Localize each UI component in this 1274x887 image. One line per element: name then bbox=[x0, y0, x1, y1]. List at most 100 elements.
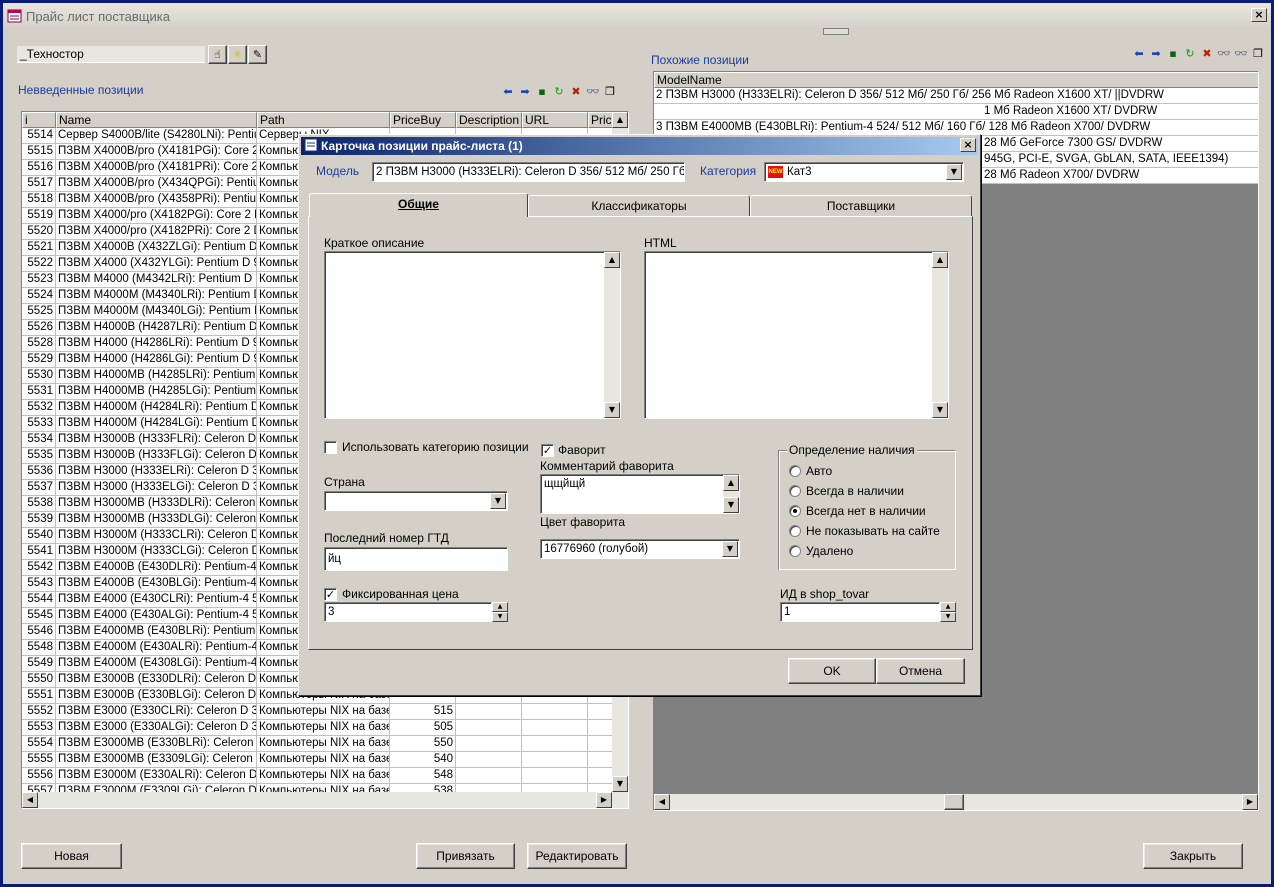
arrow-right-icon[interactable]: ➡ bbox=[1148, 45, 1164, 61]
scroll-up-icon[interactable]: ▲ bbox=[932, 252, 948, 268]
scroll-down-icon[interactable]: ▼ bbox=[612, 776, 628, 792]
table-row[interactable]: 5556 ПЗВМ E3000M (E330ALRi): Celeron D 3К… bbox=[22, 768, 614, 784]
model-field[interactable]: 2 ПЗВМ H3000 (H333ELRi): Celeron D 356/ … bbox=[372, 162, 685, 182]
window-titlebar[interactable]: Прайс лист поставщика × bbox=[3, 3, 1271, 29]
scroll-right-icon[interactable]: ▶ bbox=[596, 792, 612, 808]
column-header-6[interactable]: Pric bbox=[588, 112, 614, 128]
favorite-checkbox[interactable]: ✓ bbox=[541, 444, 554, 457]
column-header-5[interactable]: URL bbox=[522, 112, 588, 128]
window-close-button[interactable]: × bbox=[1251, 8, 1267, 22]
spin-up-icon[interactable]: ▲ bbox=[940, 602, 956, 612]
tab-suppliers[interactable]: Поставщики bbox=[750, 195, 972, 217]
table-cell: ПЗВМ M4000M (M4340LGi): Pentium D bbox=[56, 304, 257, 320]
table-row[interactable]: 5553 ПЗВМ E3000 (E330ALGi): Celeron D 346… bbox=[22, 720, 614, 736]
arrow-left-icon[interactable]: ⬅ bbox=[1131, 45, 1147, 61]
new-button[interactable]: Новая bbox=[21, 843, 122, 869]
availability-radio-2[interactable] bbox=[789, 505, 801, 517]
favorite-comment-textarea[interactable]: щщйщй ▲ ▼ bbox=[540, 474, 740, 514]
chevron-down-icon[interactable]: ▼ bbox=[946, 164, 962, 180]
textarea-scrollbar[interactable]: ▲ ▼ bbox=[932, 252, 948, 418]
refresh-icon[interactable]: ↻ bbox=[551, 83, 567, 99]
table-cell: 5514 bbox=[22, 128, 56, 144]
scroll-up-icon[interactable]: ▲ bbox=[612, 112, 628, 128]
shop-id-spinner[interactable]: ▲ ▼ bbox=[940, 602, 956, 622]
spin-up-icon[interactable]: ▲ bbox=[492, 602, 508, 612]
save-icon[interactable]: ▪ bbox=[1165, 45, 1181, 61]
scroll-down-icon[interactable]: ▼ bbox=[723, 497, 739, 513]
spin-down-icon[interactable]: ▼ bbox=[492, 612, 508, 622]
table-row[interactable]: 1 Мб Radeon X1600 XT/ DVDRW bbox=[654, 104, 1258, 120]
cancel-button[interactable]: Отмена bbox=[876, 658, 965, 684]
column-header-4[interactable]: Description bbox=[456, 112, 522, 128]
column-header-2[interactable]: Path bbox=[257, 112, 390, 128]
shop-id-field[interactable]: 1 bbox=[780, 602, 940, 622]
availability-radio-0[interactable] bbox=[789, 465, 801, 477]
country-select[interactable]: ▼ bbox=[324, 491, 508, 511]
copy-icon[interactable]: ❐ bbox=[1250, 45, 1266, 61]
fixed-price-field[interactable]: 3 bbox=[324, 602, 492, 622]
textarea-scrollbar[interactable]: ▲ ▼ bbox=[604, 252, 620, 418]
availability-radio-4[interactable] bbox=[789, 545, 801, 557]
scroll-left-icon[interactable]: ◀ bbox=[654, 794, 670, 810]
availability-radio-1[interactable] bbox=[789, 485, 801, 497]
availability-option-label: Удалено bbox=[806, 544, 854, 558]
scroll-right-icon[interactable]: ▶ bbox=[1242, 794, 1258, 810]
scroll-thumb[interactable] bbox=[944, 794, 964, 810]
scroll-down-icon[interactable]: ▼ bbox=[932, 402, 948, 418]
short-description-textarea[interactable]: ▲ ▼ bbox=[324, 251, 621, 419]
availability-radio-3[interactable] bbox=[789, 525, 801, 537]
left-horizontal-scrollbar[interactable]: ◀ ▶ bbox=[22, 792, 628, 808]
tab-general[interactable]: Общие bbox=[309, 193, 528, 217]
chevron-down-icon[interactable]: ▼ bbox=[490, 493, 506, 509]
new-star-icon[interactable]: ✳ bbox=[228, 45, 247, 64]
category-select[interactable]: NEW Кат3 ▼ bbox=[764, 162, 964, 182]
splitter-grip[interactable] bbox=[823, 28, 849, 35]
table-cell bbox=[588, 720, 614, 736]
table-cell: ПЗВМ E4000M (E4308LGi): Pentium-4 5 bbox=[56, 656, 257, 672]
hand-pointer-icon[interactable]: ☝ bbox=[208, 45, 227, 64]
table-cell: 5526 bbox=[22, 320, 56, 336]
copy-icon[interactable]: ❐ bbox=[602, 83, 618, 99]
fixed-price-checkbox[interactable]: ✓ bbox=[324, 588, 337, 601]
table-row[interactable]: 5554 ПЗВМ E3000MB (E330BLRi): Celeron D Ко… bbox=[22, 736, 614, 752]
binoculars-icon[interactable]: 👓 bbox=[1216, 45, 1232, 61]
html-textarea[interactable]: ▲ ▼ bbox=[644, 251, 949, 419]
scroll-down-icon[interactable]: ▼ bbox=[604, 402, 620, 418]
binoculars-icon[interactable]: 👓 bbox=[585, 83, 601, 99]
right-horizontal-scrollbar[interactable]: ◀ ▶ bbox=[654, 794, 1258, 810]
refresh-icon[interactable]: ↻ bbox=[1182, 45, 1198, 61]
column-header-0[interactable]: i bbox=[22, 112, 56, 128]
dialog-close-button[interactable]: × bbox=[960, 138, 976, 152]
arrow-left-icon[interactable]: ⬅ bbox=[500, 83, 516, 99]
favorite-color-select[interactable]: 16776960 (голубой) ▼ bbox=[540, 539, 740, 559]
column-header-modelname[interactable]: ModelName bbox=[654, 72, 1258, 88]
chevron-down-icon[interactable]: ▼ bbox=[722, 541, 738, 557]
delete-icon[interactable]: ✖ bbox=[568, 83, 584, 99]
scroll-up-icon[interactable]: ▲ bbox=[604, 252, 620, 268]
table-row[interactable]: 5552 ПЗВМ E3000 (E330CLRi): Celeron D 346… bbox=[22, 704, 614, 720]
column-header-3[interactable]: PriceBuy bbox=[390, 112, 456, 128]
spin-down-icon[interactable]: ▼ bbox=[940, 612, 956, 622]
table-cell: 5531 bbox=[22, 384, 56, 400]
edit-pencil-icon[interactable]: ✎ bbox=[248, 45, 267, 64]
close-button[interactable]: Закрыть bbox=[1143, 843, 1243, 869]
column-header-1[interactable]: Name bbox=[56, 112, 257, 128]
save-icon[interactable]: ▪ bbox=[534, 83, 550, 99]
textarea-scrollbar[interactable]: ▲ ▼ bbox=[723, 475, 739, 513]
delete-icon[interactable]: ✖ bbox=[1199, 45, 1215, 61]
table-row[interactable]: 2 ПЗВМ H3000 (H333ELRi): Celeron D 356/ … bbox=[654, 88, 1258, 104]
bind-button[interactable]: Привязать bbox=[416, 843, 515, 869]
gtd-field[interactable]: йц bbox=[324, 547, 508, 571]
use-category-checkbox[interactable] bbox=[324, 441, 337, 454]
supplier-field[interactable]: _Техностор bbox=[17, 46, 205, 63]
scroll-up-icon[interactable]: ▲ bbox=[723, 475, 739, 491]
fixed-price-spinner[interactable]: ▲ ▼ bbox=[492, 602, 508, 622]
tab-classifiers[interactable]: Классификаторы bbox=[528, 195, 750, 217]
ok-button[interactable]: OK bbox=[788, 658, 876, 684]
table-row[interactable]: 5555 ПЗВМ E3000MB (E3309LGi): Celeron D Ко… bbox=[22, 752, 614, 768]
binoculars-gray-icon[interactable]: 👓 bbox=[1233, 45, 1249, 61]
dialog-titlebar[interactable]: Карточка позиции прайс-листа (1) bbox=[301, 137, 978, 155]
arrow-right-icon[interactable]: ➡ bbox=[517, 83, 533, 99]
edit-button[interactable]: Редактировать bbox=[527, 843, 627, 869]
scroll-left-icon[interactable]: ◀ bbox=[22, 792, 38, 808]
